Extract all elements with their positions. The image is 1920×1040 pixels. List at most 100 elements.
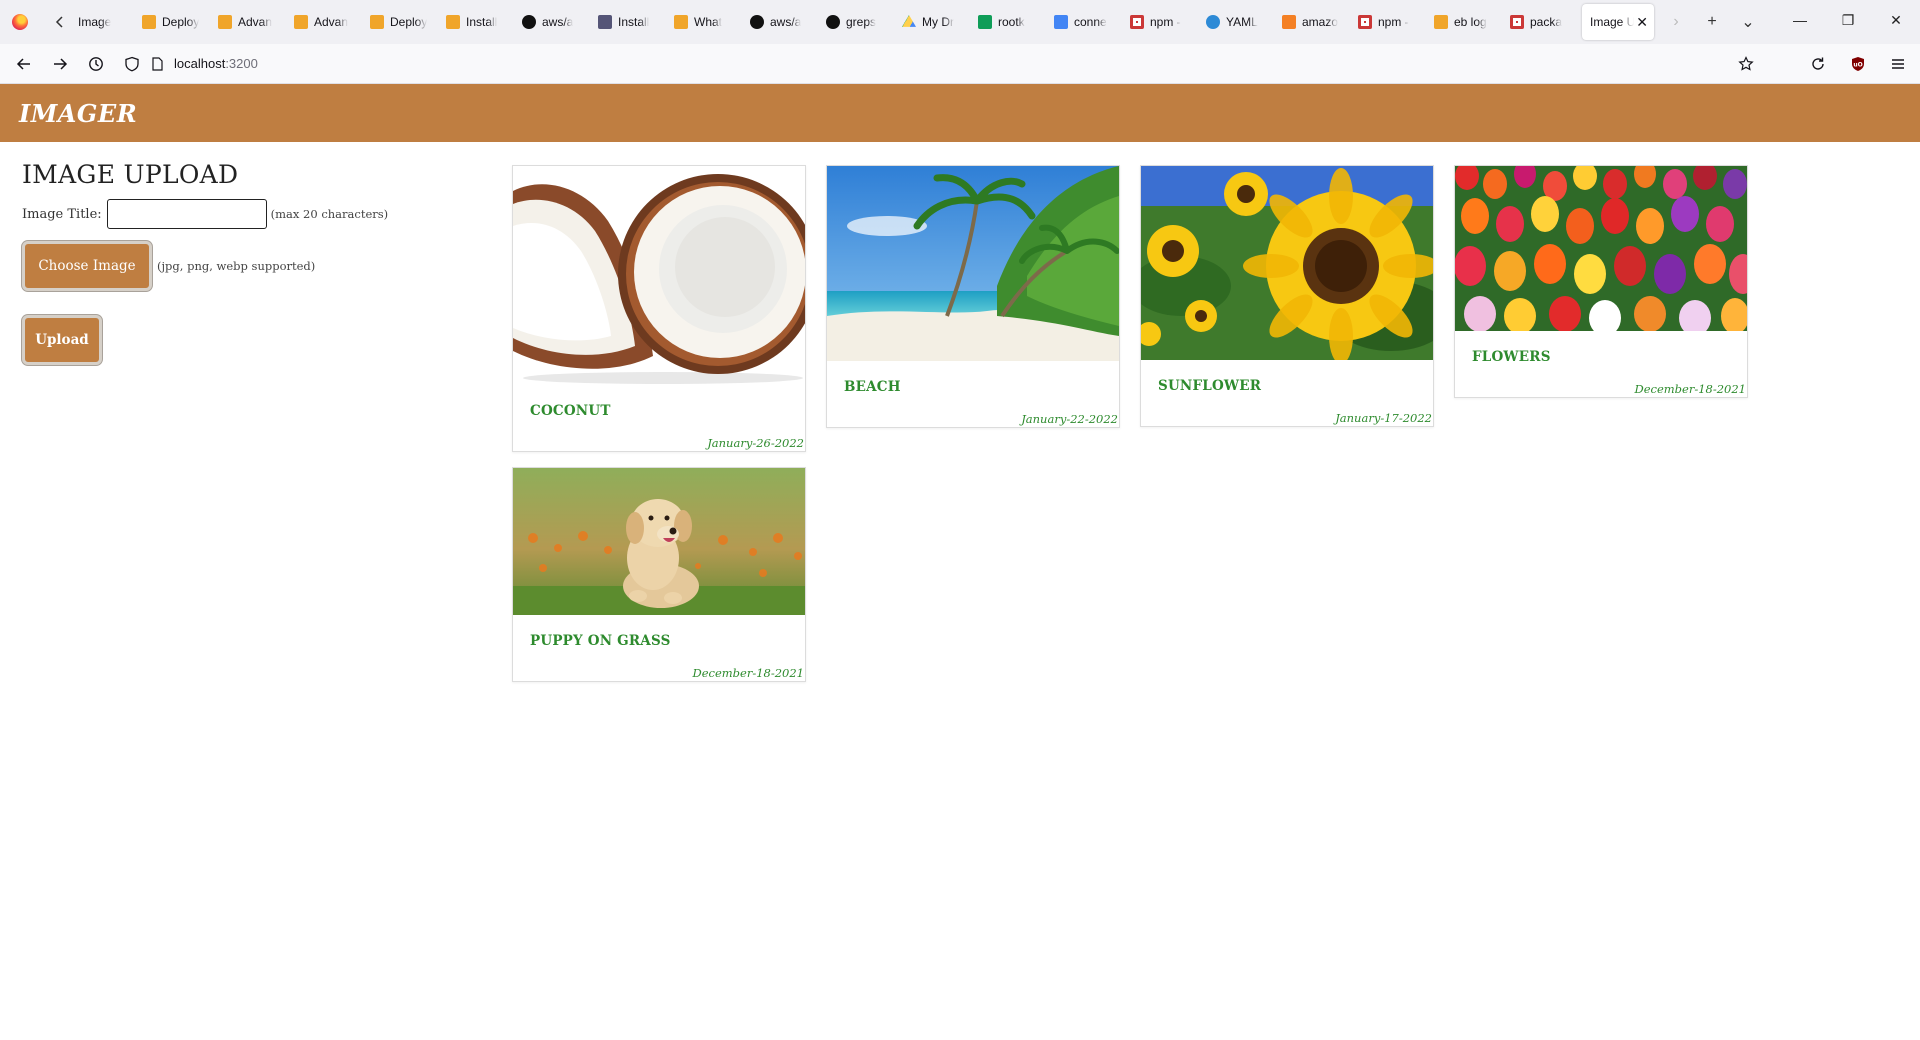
tab-label: Deploy — [390, 15, 428, 29]
app-header: IMAGER — [0, 84, 1920, 142]
browser-tab[interactable]: rootk — [970, 2, 1046, 42]
browser-tab[interactable]: aws/a — [742, 2, 818, 42]
aws-cube-icon — [446, 15, 460, 29]
aws-cube-icon — [218, 15, 232, 29]
browser-tab[interactable]: greps — [818, 2, 894, 42]
browser-tab[interactable]: My Dr — [894, 2, 970, 42]
browser-tab[interactable]: npm - — [1350, 2, 1426, 42]
tracking-protection-shield-icon[interactable] — [124, 56, 140, 72]
tab-label: conne — [1074, 15, 1107, 29]
tab-label: npm - — [1150, 15, 1181, 29]
close-tab-icon[interactable]: ✕ — [1636, 14, 1648, 31]
google-sheets-icon — [978, 15, 992, 29]
upload-heading: IMAGE UPLOAD — [22, 160, 239, 189]
tab-label: aws/a — [542, 15, 574, 29]
tab-label: What — [694, 15, 723, 29]
image-card-title: BEACH — [844, 379, 901, 395]
url-port: :3200 — [225, 56, 258, 71]
browser-tab[interactable]: Deploy — [134, 2, 210, 42]
svg-text:uO: uO — [1853, 61, 1862, 68]
close-window-button[interactable]: ✕ — [1872, 0, 1920, 40]
browser-tab[interactable]: Advan — [210, 2, 286, 42]
browser-tab[interactable]: What — [666, 2, 742, 42]
arrow-left-icon — [16, 57, 30, 70]
title-length-hint: (max 20 characters) — [270, 207, 389, 221]
image-card-date: December-18-2021 — [1634, 382, 1746, 396]
tulips-photo — [1455, 166, 1747, 331]
browser-tab[interactable]: npm - — [1122, 2, 1198, 42]
github-icon — [826, 15, 840, 29]
beach-photo — [827, 166, 1119, 361]
tab-scroll-left-button[interactable] — [46, 8, 74, 36]
google-drive-icon — [902, 15, 916, 27]
back-button[interactable] — [8, 48, 40, 80]
browser-tab[interactable]: Install — [438, 2, 514, 42]
image-title-row: Image Title: (max 20 characters) — [22, 199, 492, 229]
aws-cube-icon — [1434, 15, 1448, 29]
browser-tab[interactable]: Image — [74, 2, 134, 42]
tab-label: npm - — [1378, 15, 1409, 29]
image-card[interactable]: BEACH January-22-2022 — [826, 165, 1120, 428]
history-button[interactable] — [80, 48, 112, 80]
tab-label: Image U — [1590, 15, 1635, 29]
browser-tab[interactable]: conne — [1046, 2, 1122, 42]
browser-tab[interactable]: amazo — [1274, 2, 1350, 42]
document-icon — [598, 15, 612, 29]
bookmark-star-button[interactable] — [1730, 48, 1762, 80]
image-card[interactable]: SUNFLOWER January-17-2022 — [1140, 165, 1434, 427]
application-menu-button[interactable] — [1882, 48, 1914, 80]
file-type-hint: (jpg, png, webp supported) — [157, 259, 316, 273]
reload-button[interactable] — [1802, 48, 1834, 80]
tab-strip-actions: › + ⌄ — [1658, 6, 1766, 38]
brand-logo[interactable]: IMAGER — [19, 99, 137, 128]
image-card-title: COCONUT — [530, 403, 611, 419]
browser-tab[interactable]: YAML — [1198, 2, 1274, 42]
image-title-input[interactable] — [106, 199, 267, 229]
browser-tab[interactable]: Deploy — [362, 2, 438, 42]
browser-nav-bar: localhost:3200 uO — [0, 44, 1920, 84]
image-card[interactable]: FLOWERS December-18-2021 — [1454, 165, 1748, 398]
tab-scroll-right-button[interactable]: › — [1658, 6, 1694, 38]
tab-label: eb log — [1454, 15, 1487, 29]
forward-button[interactable] — [44, 48, 76, 80]
browser-tab[interactable]: Advan — [286, 2, 362, 42]
stackoverflow-icon — [1282, 15, 1296, 29]
new-tab-button[interactable]: + — [1694, 6, 1730, 38]
tab-label: greps — [846, 15, 877, 29]
browser-tab[interactable]: eb log — [1426, 2, 1502, 42]
image-card[interactable]: PUPPY ON GRASS December-18-2021 — [512, 467, 806, 682]
restore-window-button[interactable]: ❐ — [1824, 0, 1872, 40]
tab-list: Image Deploy Advan Advan Deploy Install … — [74, 0, 1658, 44]
browser-tab[interactable]: Install — [590, 2, 666, 42]
url-bar[interactable]: localhost:3200 — [124, 48, 1714, 80]
image-title-label: Image Title: — [22, 206, 102, 222]
reload-icon — [1812, 57, 1824, 70]
url-host: localhost — [174, 56, 226, 71]
image-card-date: January-17-2022 — [1335, 411, 1432, 425]
image-card-date: January-22-2022 — [1021, 412, 1118, 426]
minimize-window-button[interactable]: — — [1776, 0, 1824, 40]
image-card-date: January-26-2022 — [707, 436, 804, 450]
aws-cube-icon — [370, 15, 384, 29]
puppy-photo — [513, 468, 805, 615]
list-all-tabs-button[interactable]: ⌄ — [1730, 6, 1766, 38]
coconut-photo — [513, 166, 805, 385]
hamburger-menu-icon — [1892, 58, 1904, 69]
upload-button[interactable]: Upload — [22, 315, 102, 365]
browser-tab[interactable]: aws/a — [514, 2, 590, 42]
ublock-origin-extension-button[interactable]: uO — [1842, 48, 1874, 80]
browser-tab-active[interactable]: Image U ✕ — [1582, 4, 1654, 40]
nav-bar-right-actions: uO — [1722, 48, 1914, 80]
tab-label: rootk — [998, 15, 1025, 29]
clock-icon — [89, 56, 103, 71]
link-icon — [1206, 15, 1220, 29]
page-info-icon[interactable] — [150, 56, 164, 71]
npm-icon — [1510, 15, 1524, 29]
aws-cube-icon — [294, 15, 308, 29]
browser-tab[interactable]: packa — [1502, 2, 1578, 42]
choose-image-button[interactable]: Choose Image — [22, 241, 152, 291]
google-docs-icon — [1054, 15, 1068, 29]
browser-tab-strip: Image Deploy Advan Advan Deploy Install … — [0, 0, 1920, 44]
image-card[interactable]: COCONUT January-26-2022 — [512, 165, 806, 452]
star-icon — [1738, 55, 1754, 71]
